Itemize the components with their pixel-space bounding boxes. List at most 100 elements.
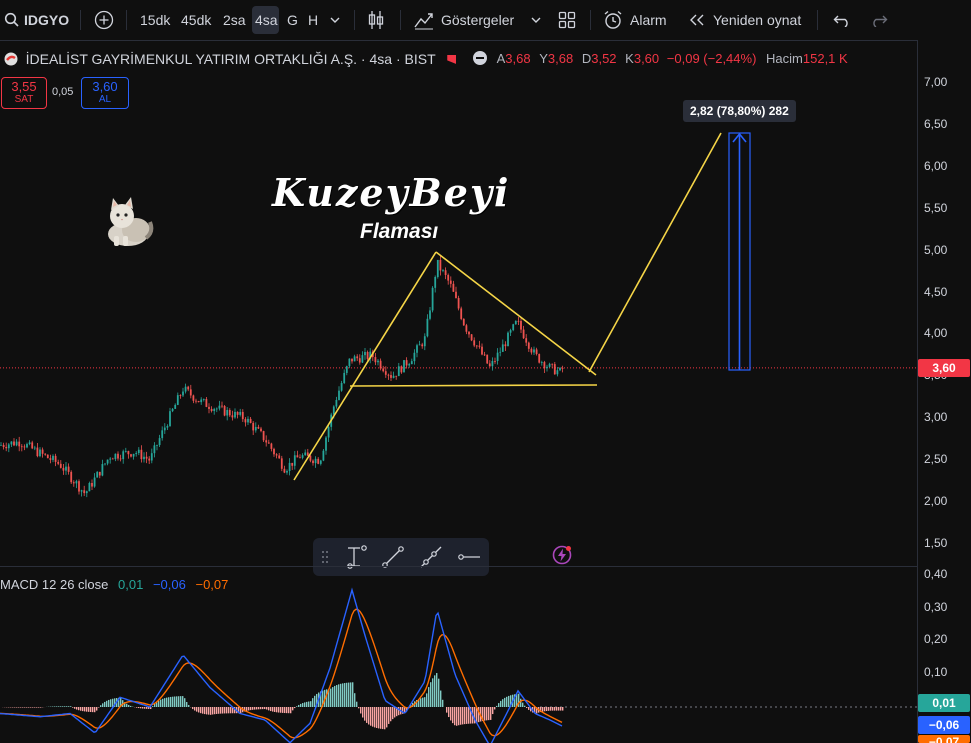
interval-4sa[interactable]: 4sa [255, 0, 278, 40]
macd-histogram-bar [372, 707, 374, 727]
macd-histogram-bar [208, 707, 210, 715]
macd-histogram-bar [298, 704, 300, 707]
candle-body [210, 408, 213, 412]
candle-body [288, 462, 291, 471]
macd-histogram-bar [206, 707, 208, 715]
macd-hist-tag: 0,01 [918, 694, 970, 712]
macd-histogram-bar [458, 707, 460, 726]
candle-body [488, 363, 491, 367]
pane-divider[interactable] [0, 566, 917, 567]
candle-body [442, 270, 444, 272]
macd-histogram-bar [428, 687, 430, 707]
macd-histogram-bar [214, 707, 216, 715]
macd-histogram-bar [64, 706, 66, 707]
candle-body [509, 330, 512, 333]
candle-body [153, 445, 156, 454]
interval-dropdown[interactable] [329, 0, 341, 40]
replay-button[interactable]: Yeniden oynat [688, 0, 801, 40]
indicators-button[interactable]: Göstergeler [413, 0, 514, 40]
candle-body [244, 419, 247, 423]
chevron-down-icon [530, 14, 542, 26]
macd-histogram-bar [34, 707, 36, 708]
candle-body [535, 349, 538, 355]
macd-histogram-bar [252, 707, 254, 710]
candle-body [208, 406, 210, 409]
trend-line-tool-icon[interactable] [381, 538, 405, 576]
interval-45dk[interactable]: 45dk [181, 0, 211, 40]
macd-histogram-bar [364, 707, 366, 721]
macd-histogram-bar [58, 706, 60, 707]
candle-body [465, 325, 468, 332]
candle-body [200, 399, 203, 403]
candle-body [80, 490, 83, 492]
macd-histogram-bar [220, 707, 222, 714]
layout-button[interactable] [558, 0, 576, 40]
redo-button[interactable] [870, 0, 888, 40]
candle-body [156, 445, 158, 446]
symbol-search[interactable]: IDGYO [4, 0, 69, 40]
interval-15dk[interactable]: 15dk [140, 0, 170, 40]
macd-histogram-bar [448, 707, 450, 718]
candle-body [395, 375, 398, 377]
buy-button[interactable]: 3,60 AL [81, 77, 129, 109]
candle-body [283, 468, 286, 473]
alarm-button[interactable]: Alarm [603, 0, 667, 40]
alarm-clock-icon [603, 10, 623, 30]
price-range-tool-icon[interactable] [345, 538, 369, 576]
macd-histogram-bar [280, 707, 282, 713]
macd-histogram-bar [466, 707, 468, 724]
candle-body [561, 367, 564, 369]
market-closed-icon [447, 55, 457, 64]
add-symbol-button[interactable] [94, 0, 114, 40]
macd-histogram-bar [554, 707, 556, 711]
macd-histogram-bar [558, 707, 560, 711]
horizontal-ray-tool-icon[interactable] [457, 538, 481, 576]
macd-histogram-bar [138, 707, 140, 709]
candle-body [338, 390, 340, 400]
candle-body [306, 452, 309, 456]
macd-histogram-bar [100, 705, 102, 707]
macd-histogram-bar [384, 707, 386, 730]
candle-body [462, 318, 465, 326]
ray-tool-icon[interactable] [419, 538, 443, 576]
macd-histogram-bar [186, 702, 188, 707]
candle-body [98, 471, 101, 476]
candle-body [553, 364, 556, 375]
symbol-name: IDGYO [24, 12, 70, 28]
macd-histogram-bar [152, 706, 154, 707]
candle-body [13, 441, 15, 446]
macd-histogram-bar [224, 707, 226, 714]
candle-body [280, 458, 283, 469]
drag-handle-icon[interactable] [321, 538, 329, 576]
candle-body [322, 450, 325, 461]
macd-histogram-bar [306, 701, 308, 707]
symbol-legend: İDEALİST GAYRİMENKUL YATIRIM ORTAKLIĞI A… [4, 51, 457, 69]
macd-histogram-bar [182, 696, 184, 707]
interval-g[interactable]: G [287, 0, 298, 40]
candle-body [317, 458, 320, 464]
undo-button[interactable] [833, 0, 851, 40]
candle-body [299, 457, 301, 459]
interval-h[interactable]: H [308, 0, 318, 40]
price-chart[interactable] [0, 40, 917, 743]
macd-histogram-bar [218, 707, 220, 714]
price-tick: 2,50 [924, 452, 948, 467]
interval-2sa[interactable]: 2sa [223, 0, 246, 40]
visibility-toggle-icon[interactable] [473, 51, 487, 65]
macd-histogram-bar [394, 707, 396, 718]
candle-body [340, 383, 343, 391]
candle-body [444, 270, 447, 275]
candle-body [106, 459, 109, 464]
sell-button[interactable]: 3,55 SAT [1, 77, 47, 109]
candle-body [548, 363, 551, 367]
interval-dropdown-icon [329, 14, 341, 26]
macd-histogram-bar [98, 707, 100, 708]
candle-body [429, 310, 431, 319]
macd-histogram-bar [66, 706, 68, 707]
chart-type-button[interactable] [367, 0, 385, 40]
candle-body [533, 349, 535, 353]
undo-icon [833, 13, 851, 27]
indicators-dropdown[interactable] [530, 0, 542, 40]
candle-body [169, 411, 171, 427]
candle-body [540, 362, 543, 363]
